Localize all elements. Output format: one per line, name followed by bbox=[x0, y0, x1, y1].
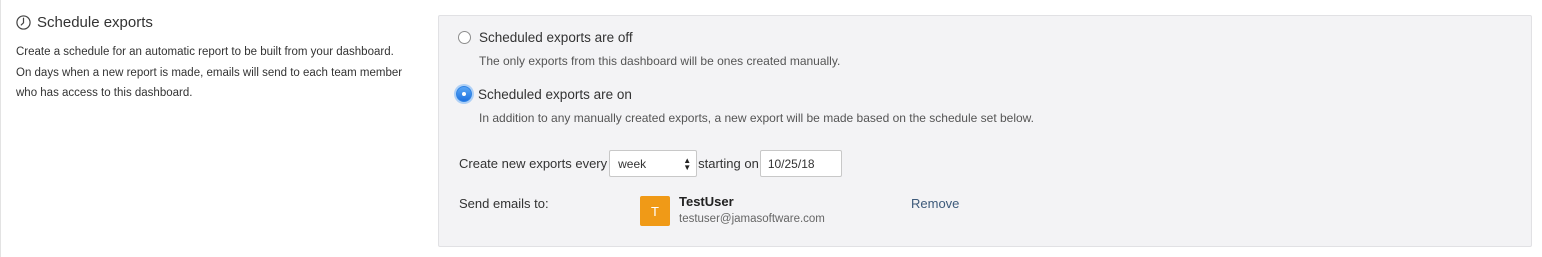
section-title: Schedule exports bbox=[37, 14, 153, 31]
option-off-label: Scheduled exports are off bbox=[479, 30, 633, 45]
option-off-description: The only exports from this dashboard wil… bbox=[479, 54, 841, 68]
avatar: T bbox=[640, 196, 670, 226]
option-exports-on[interactable]: Scheduled exports are on bbox=[456, 86, 632, 102]
start-date-input[interactable]: 10/25/18 bbox=[759, 150, 842, 177]
option-exports-off[interactable]: Scheduled exports are off bbox=[458, 30, 633, 45]
avatar-initial: T bbox=[651, 203, 659, 219]
schedule-row: Create new exports every week ▲ ▼ startin… bbox=[459, 150, 842, 177]
remove-recipient-link[interactable]: Remove bbox=[911, 196, 959, 211]
option-on-description: In addition to any manually created expo… bbox=[479, 111, 1035, 125]
frequency-value: week bbox=[618, 156, 647, 171]
radio-exports-on[interactable] bbox=[456, 86, 472, 102]
section-description: Create a schedule for an automatic repor… bbox=[16, 46, 403, 99]
select-arrows-icon: ▲ ▼ bbox=[683, 155, 692, 172]
left-divider bbox=[0, 0, 1, 257]
radio-exports-off[interactable] bbox=[458, 31, 471, 44]
section-heading: Schedule exports bbox=[16, 14, 416, 31]
option-on-label: Scheduled exports are on bbox=[478, 86, 632, 102]
recipient-name: TestUser bbox=[679, 194, 734, 209]
section-info: Schedule exports Create a schedule for a… bbox=[16, 14, 416, 104]
send-emails-label: Send emails to: bbox=[459, 196, 549, 211]
starting-label: starting on bbox=[698, 156, 759, 171]
start-date-value: 10/25/18 bbox=[767, 156, 815, 171]
clock-icon bbox=[16, 15, 31, 30]
every-label: Create new exports every bbox=[459, 156, 608, 171]
frequency-select[interactable]: week ▲ ▼ bbox=[609, 150, 698, 177]
schedule-panel: Scheduled exports are off The only expor… bbox=[438, 15, 1532, 247]
recipient-email: testuser@jamasoftware.com bbox=[679, 213, 825, 225]
